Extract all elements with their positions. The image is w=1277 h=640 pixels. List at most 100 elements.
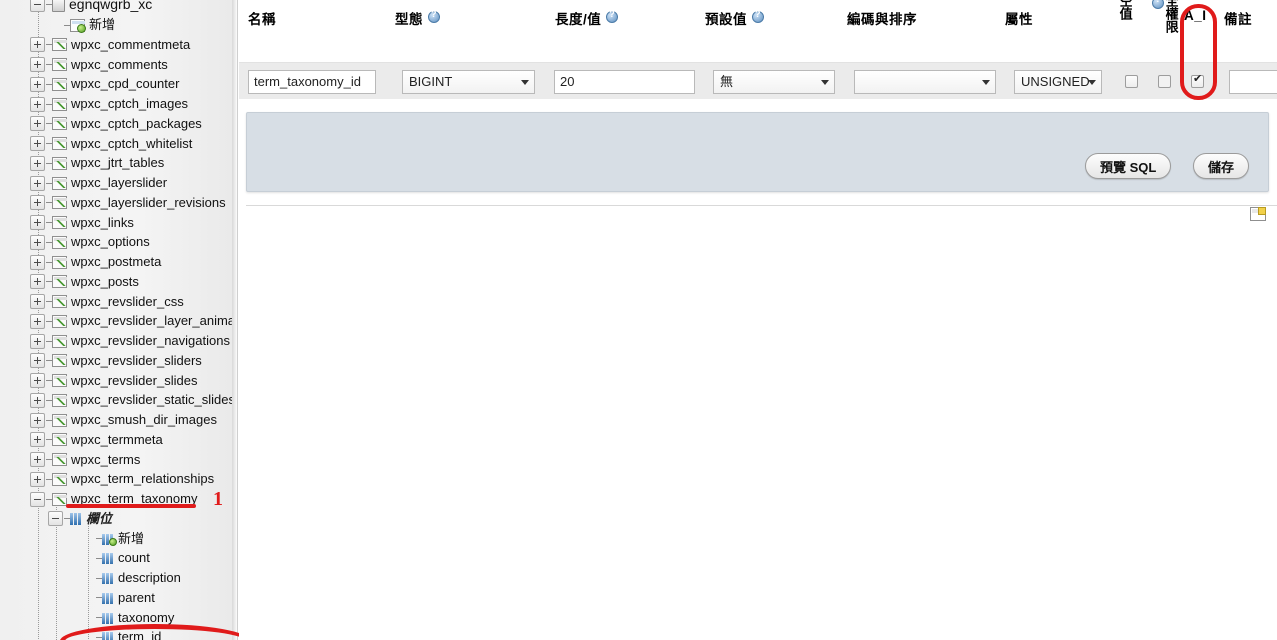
tree-node-新增[interactable]: 新增 xyxy=(80,529,144,549)
tree-node-label: wpxc_postmeta xyxy=(71,254,162,270)
preview-sql-button[interactable]: 預覽 SQL xyxy=(1085,153,1172,179)
tree-node-wpxc_commentmeta[interactable]: wpxc_commentmeta xyxy=(30,35,190,55)
tree-node-wpxc_jtrt_tables[interactable]: wpxc_jtrt_tables xyxy=(30,153,164,173)
expand-toggle-icon[interactable] xyxy=(30,234,45,250)
help-icon[interactable] xyxy=(428,9,440,23)
expand-toggle-icon[interactable] xyxy=(30,471,45,487)
help-icon[interactable] xyxy=(606,9,619,23)
tree-node-label: wpxc_cptch_whitelist xyxy=(71,135,193,151)
expand-toggle-icon[interactable] xyxy=(30,333,45,349)
tree-node-wpxc_revslider_navigations[interactable]: wpxc_revslider_navigations xyxy=(30,331,230,351)
expand-toggle-icon[interactable] xyxy=(30,76,45,92)
expand-toggle-icon[interactable] xyxy=(30,57,45,73)
database-tree-sidebar[interactable]: egnqwgrb_xc 新增 wpxc_commentmeta wpxc_comme… xyxy=(0,0,232,640)
table-icon xyxy=(52,255,67,269)
expand-toggle-icon[interactable] xyxy=(30,136,45,152)
expand-toggle-icon[interactable] xyxy=(30,254,45,270)
help-icon[interactable] xyxy=(752,9,764,23)
table-icon xyxy=(52,453,67,467)
tree-node-wpxc_revslider_slides[interactable]: wpxc_revslider_slides xyxy=(30,371,197,391)
expand-toggle-icon[interactable] xyxy=(30,37,45,53)
tree-node-wpxc_cpd_counter[interactable]: wpxc_cpd_counter xyxy=(30,74,179,94)
tree-node-wpxc_revslider_static_slides[interactable]: wpxc_revslider_static_slides xyxy=(30,390,232,410)
tree-node-label: wpxc_revslider_css xyxy=(71,293,184,309)
expand-toggle-icon[interactable] xyxy=(30,116,45,132)
expand-toggle-icon[interactable] xyxy=(30,373,45,389)
chevron-down-icon xyxy=(982,80,990,85)
expand-toggle-icon[interactable] xyxy=(30,432,45,448)
column-type-select[interactable]: BIGINT xyxy=(402,70,535,94)
help-icon[interactable] xyxy=(1152,0,1164,9)
tree-node-label: wpxc_cpd_counter xyxy=(71,76,180,92)
save-button[interactable]: 儲存 xyxy=(1193,153,1250,179)
tree-node-wpxc_revslider_sliders[interactable]: wpxc_revslider_sliders xyxy=(30,351,202,371)
tree-node-wpxc_termmeta[interactable]: wpxc_termmeta xyxy=(30,430,163,450)
expand-toggle-icon[interactable] xyxy=(30,274,45,290)
tree-node-label: wpxc_smush_dir_images xyxy=(71,412,217,428)
tree-node-wpxc_smush_dir_images[interactable]: wpxc_smush_dir_images xyxy=(30,410,217,430)
expand-toggle-icon[interactable] xyxy=(30,215,45,231)
table-icon xyxy=(52,413,67,427)
tree-node-wpxc_cptch_whitelist[interactable]: wpxc_cptch_whitelist xyxy=(30,134,192,154)
expand-toggle-icon[interactable] xyxy=(30,313,45,329)
sidebar-divider[interactable] xyxy=(232,0,238,640)
expand-toggle-icon[interactable] xyxy=(30,294,45,310)
tree-node-label: 新增 xyxy=(118,530,145,546)
column-index-checkbox[interactable] xyxy=(1158,75,1171,88)
column-icon xyxy=(102,612,114,624)
panel-window-icon[interactable] xyxy=(1250,207,1266,221)
tree-node-wpxc_term_relationships[interactable]: wpxc_term_relationships xyxy=(30,469,214,489)
table-icon xyxy=(52,314,67,328)
tree-node-wpxc_layerslider[interactable]: wpxc_layerslider xyxy=(30,173,167,193)
expand-toggle-icon[interactable] xyxy=(30,195,45,211)
column-length-input[interactable]: 20 xyxy=(554,70,695,94)
column-default-select[interactable]: 無 xyxy=(713,70,835,94)
tree-node-root[interactable]: egnqwgrb_xc xyxy=(30,0,152,15)
tree-node-wpxc_cptch_packages[interactable]: wpxc_cptch_packages xyxy=(30,114,202,134)
collapse-toggle-icon[interactable] xyxy=(30,491,45,507)
column-header-row: 名稱 型態 長度/值 預設值 編碼與排序 屬性 空值 全權限 xyxy=(239,0,1277,66)
tree-node-欄位[interactable]: 欄位 xyxy=(48,509,112,529)
expand-toggle-icon[interactable] xyxy=(30,412,45,428)
expand-toggle-icon[interactable] xyxy=(30,175,45,191)
expand-toggle-icon[interactable] xyxy=(30,96,45,112)
tree-node-description[interactable]: description xyxy=(80,568,181,588)
tree-node-label: wpxc_options xyxy=(71,234,150,250)
column-header-default: 預設值 xyxy=(705,8,764,28)
tree-node-wpxc_revslider_css[interactable]: wpxc_revslider_css xyxy=(30,292,184,312)
tree-node-wpxc_links[interactable]: wpxc_links xyxy=(30,213,134,233)
expand-toggle-icon[interactable] xyxy=(30,392,45,408)
tree-node-wpxc_postmeta[interactable]: wpxc_postmeta xyxy=(30,252,161,272)
tree-node-wpxc_comments[interactable]: wpxc_comments xyxy=(30,55,168,75)
tree-node-label: wpxc_revslider_navigations xyxy=(71,333,230,349)
tree-node-wpxc_posts[interactable]: wpxc_posts xyxy=(30,272,139,292)
expand-toggle-icon[interactable] xyxy=(30,353,45,369)
column-attributes-select[interactable]: UNSIGNED xyxy=(1014,70,1102,94)
tree-node-wpxc_terms[interactable]: wpxc_terms xyxy=(30,450,140,470)
tree-node-count[interactable]: count xyxy=(80,548,150,568)
column-header-attributes: 屬性 xyxy=(1005,8,1033,28)
tree-node-wpxc_cptch_images[interactable]: wpxc_cptch_images xyxy=(30,94,188,114)
column-collation-select[interactable] xyxy=(854,70,996,94)
tree-node-label: egnqwgrb_xc xyxy=(69,0,153,12)
column-definition-row[interactable]: term_taxonomy_id BIGINT 20 無 UNSIGNED xyxy=(239,62,1277,99)
column-name-input[interactable]: term_taxonomy_id xyxy=(248,70,376,94)
chevron-down-icon xyxy=(521,80,529,85)
column-null-checkbox[interactable] xyxy=(1125,75,1138,88)
table-icon xyxy=(52,472,67,486)
table-icon xyxy=(52,137,67,151)
expand-toggle-icon[interactable] xyxy=(30,452,45,468)
column-comment-input[interactable] xyxy=(1229,70,1277,94)
column-default-value: 無 xyxy=(720,74,734,89)
tree-node-wpxc_options[interactable]: wpxc_options xyxy=(30,232,150,252)
collapse-toggle-icon[interactable] xyxy=(48,511,63,527)
expand-toggle-icon[interactable] xyxy=(30,155,45,171)
collapse-toggle-icon[interactable] xyxy=(30,0,45,13)
column-header-label: 空值 xyxy=(1117,0,1133,20)
tree-node-label: wpxc_cptch_images xyxy=(71,96,189,112)
tree-node-parent[interactable]: parent xyxy=(80,588,155,608)
tree-node-label: 欄位 xyxy=(86,510,113,526)
tree-node-新增[interactable]: 新增 xyxy=(48,15,115,35)
tree-node-wpxc_layerslider_revisions[interactable]: wpxc_layerslider_revisions xyxy=(30,193,226,213)
tree-node-wpxc_revslider_layer_animati[interactable]: wpxc_revslider_layer_animati xyxy=(30,311,232,331)
